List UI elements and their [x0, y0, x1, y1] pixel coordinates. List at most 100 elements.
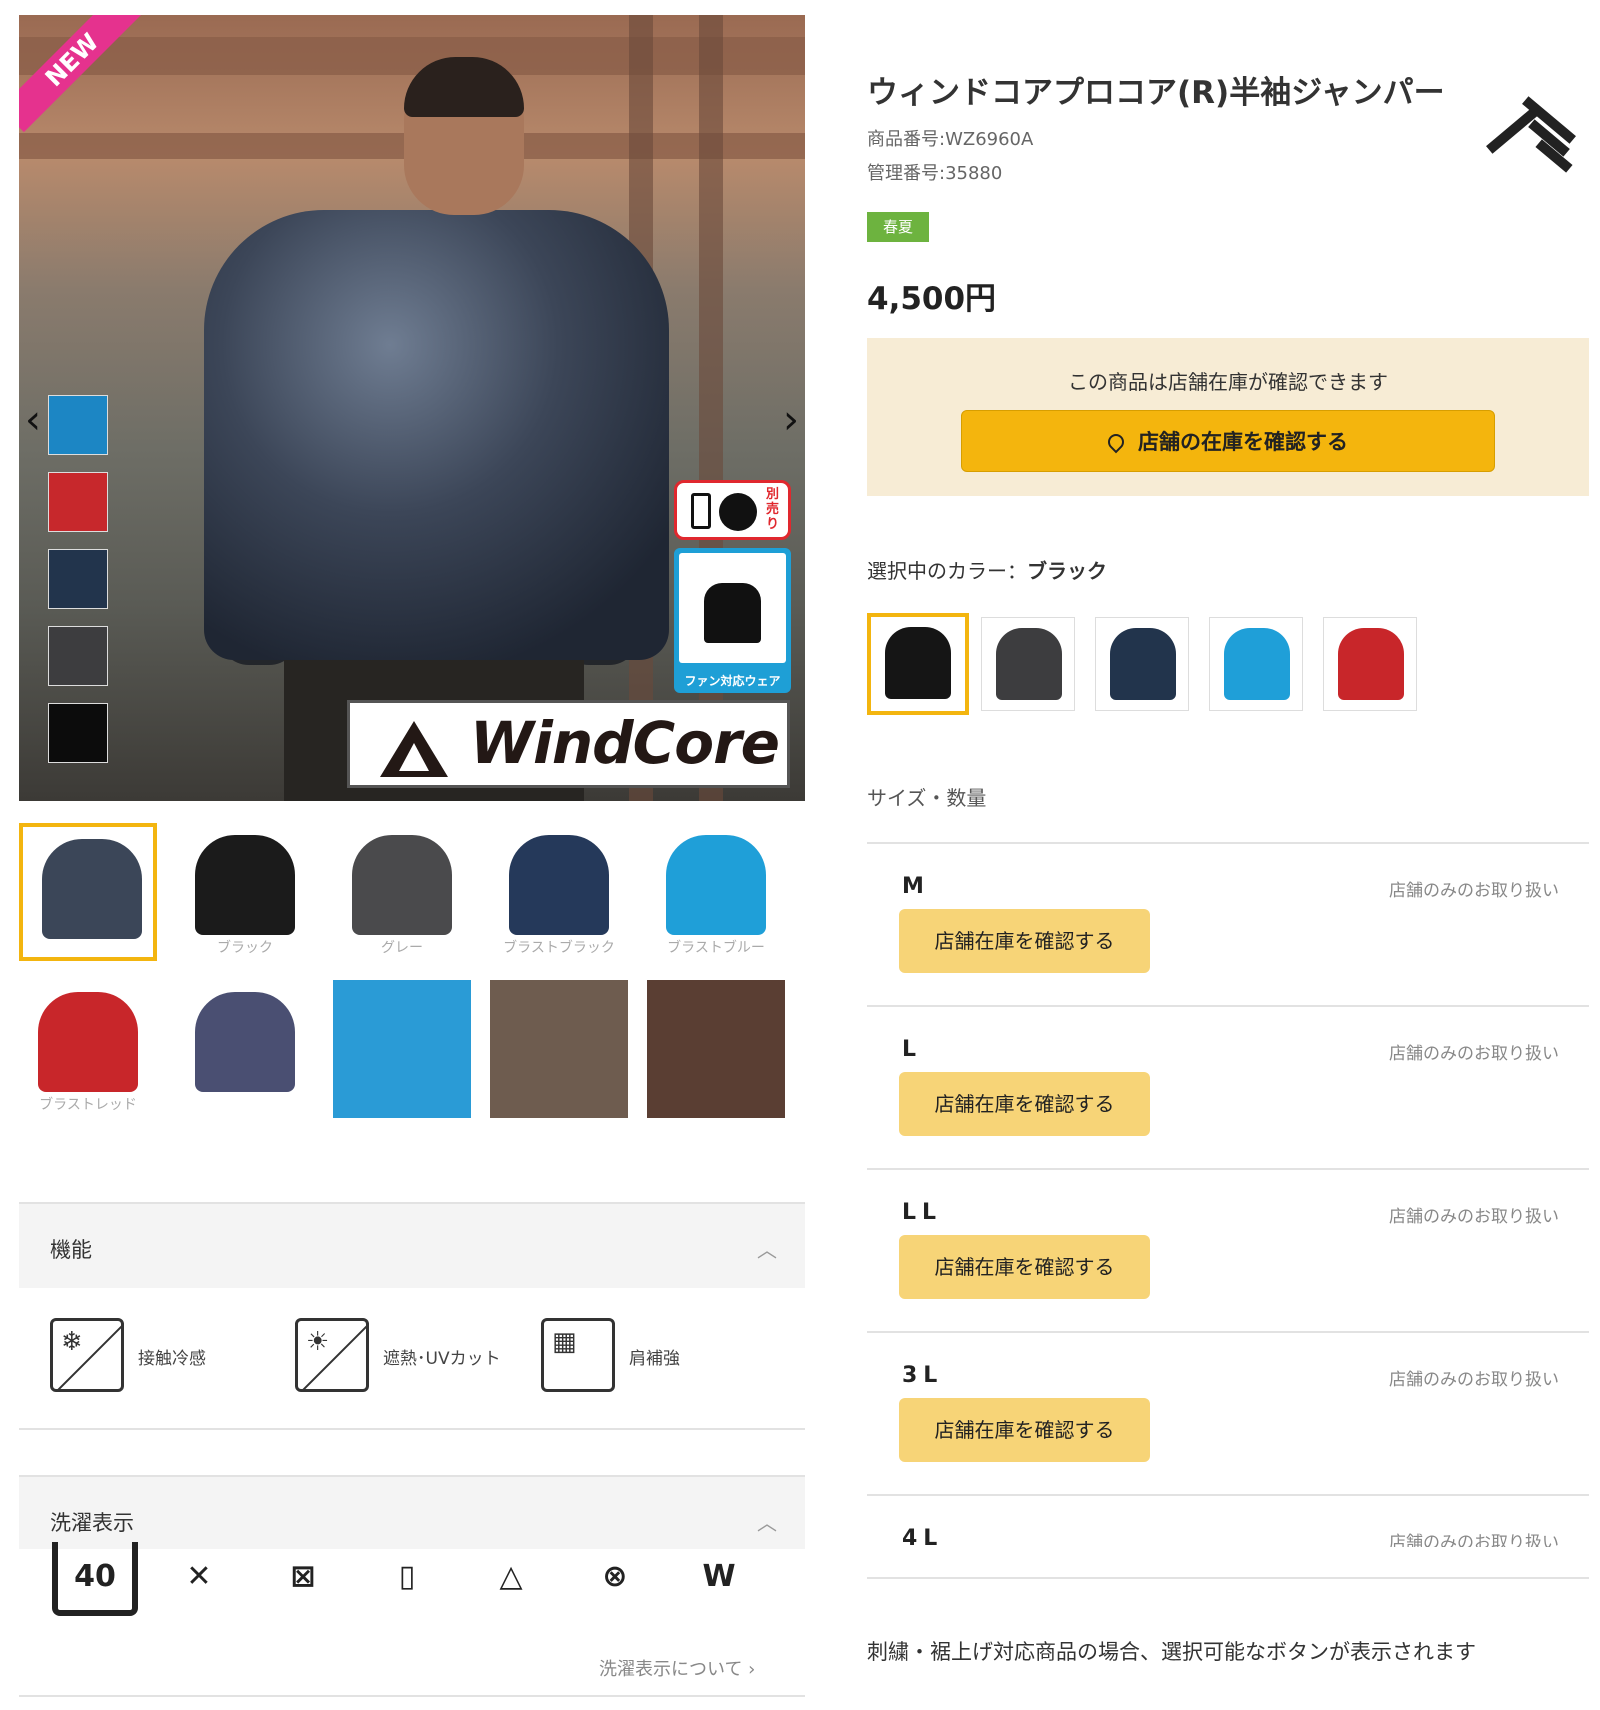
- location-pin-icon: [1104, 430, 1128, 454]
- windcore-logo: WindCore: [347, 700, 790, 788]
- thumbnail-2[interactable]: グレー: [333, 823, 471, 961]
- feature-label: 接触冷感: [138, 1349, 206, 1369]
- shoulder-reinforce-icon: ▦: [541, 1318, 615, 1392]
- check-size-stock-button[interactable]: 店舗在庫を確認する: [899, 1398, 1150, 1462]
- thumbnail-garment: [195, 992, 295, 1092]
- color-chip: [48, 395, 108, 455]
- laundry-symbol-icon: ▯: [398, 1559, 416, 1594]
- selected-color-value: ブラック: [1027, 559, 1107, 583]
- battery-icon: [691, 493, 711, 529]
- divider: [19, 1695, 805, 1697]
- color-swatch-2[interactable]: [1095, 617, 1189, 711]
- embroidery-note: 刺繍・裾上げ対応商品の場合、選択可能なボタンが表示されます: [867, 1640, 1476, 1664]
- thumbnail-9[interactable]: [647, 980, 785, 1118]
- thumbnail-8[interactable]: [490, 980, 628, 1118]
- thumbnail-garment: [490, 980, 628, 1118]
- color-chip: [48, 472, 108, 532]
- feature-label: 遮熱･UVカット: [383, 1349, 501, 1369]
- color-swatch-4[interactable]: [1323, 617, 1417, 711]
- size-row: M 店舗のみのお取り扱い 店舗在庫を確認する: [867, 842, 1589, 1006]
- hero-color-chips: [48, 395, 110, 780]
- store-only-note: 店舗のみのお取り扱い: [1389, 1533, 1559, 1547]
- thumbnail-6[interactable]: [176, 980, 314, 1118]
- chevron-up-icon: ︿: [757, 1238, 777, 1262]
- color-swatch-1[interactable]: [981, 617, 1075, 711]
- divider: [867, 1577, 1589, 1579]
- item-number: 商品番号:WZ6960A: [867, 129, 1034, 150]
- check-store-stock-button[interactable]: 店舗の在庫を確認する: [961, 410, 1495, 472]
- size-row: LL 店舗のみのお取り扱い 店舗在庫を確認する: [867, 1168, 1589, 1332]
- product-gallery: NEW ‹ › 別売り ファン対応ウェア WindCore ブラック グレー ブラス…: [19, 15, 805, 1697]
- laundry-symbol-icon: ✕: [186, 1559, 212, 1594]
- thumbnail-7[interactable]: [333, 980, 471, 1118]
- features-title: 機能: [50, 1238, 92, 1262]
- laundry-info-link[interactable]: 洗濯表示について ›: [599, 1655, 755, 1681]
- brand-name: WindCore: [470, 709, 780, 777]
- thumbnail-garment: [195, 835, 295, 935]
- product-title: ウィンドコアプロコア(R)半袖ジャンパー: [867, 75, 1445, 111]
- fan-icon: [719, 493, 757, 531]
- features-accordion-header[interactable]: 機能 ︿: [19, 1202, 805, 1288]
- divider: [19, 1428, 805, 1430]
- thumbnail-garment: [509, 835, 609, 935]
- size-label: 3L: [902, 1363, 944, 1388]
- check-size-stock-button[interactable]: 店舗在庫を確認する: [899, 1235, 1150, 1299]
- laundry-symbol-icon: ⊠: [290, 1559, 316, 1594]
- color-chip: [48, 549, 108, 609]
- thumbnail-5[interactable]: ブラストレッド: [19, 980, 157, 1118]
- laundry-title: 洗濯表示: [50, 1511, 134, 1535]
- store-only-note: 店舗のみのお取り扱い: [1389, 1370, 1559, 1390]
- manage-number: 管理番号:35880: [867, 163, 1003, 184]
- background-beam: [19, 37, 805, 75]
- swatch-garment: [885, 627, 951, 699]
- feature-label: 肩補強: [629, 1349, 680, 1369]
- thumbnail-3[interactable]: ブラストブラック: [490, 823, 628, 961]
- size-label: L: [902, 1037, 923, 1062]
- size-label: LL: [902, 1200, 943, 1225]
- size-label: 4L: [902, 1526, 944, 1547]
- thumbnail-garment: [666, 835, 766, 935]
- chevron-up-icon: ︿: [757, 1511, 777, 1535]
- sold-separately-label: 別売り: [766, 487, 780, 532]
- check-size-stock-button[interactable]: 店舗在庫を確認する: [899, 909, 1150, 973]
- size-row: 3L 店舗のみのお取り扱い店舗在庫を確認する: [867, 1331, 1589, 1495]
- fan-sold-separately-badge: 別売り: [674, 480, 791, 540]
- check-size-stock-button[interactable]: 店舗在庫を確認する: [899, 1072, 1150, 1136]
- laundry-symbol-icon: ⊗: [602, 1559, 628, 1594]
- color-chip: [48, 626, 108, 686]
- feature-cooling: ❄ 接触冷感: [50, 1318, 270, 1398]
- prev-arrow-icon[interactable]: ‹: [25, 400, 41, 440]
- sun-uv-icon: ☀: [295, 1318, 369, 1392]
- thumbnail-0[interactable]: [19, 823, 157, 961]
- model-jacket: [204, 210, 669, 660]
- color-swatch-3[interactable]: [1209, 617, 1303, 711]
- store-only-note: 店舗のみのお取り扱い: [1389, 1044, 1559, 1064]
- color-chip: [48, 703, 108, 763]
- brand-chevron-logo-icon: [1482, 85, 1576, 173]
- swatch-garment: [1110, 628, 1176, 700]
- thumbnail-1[interactable]: ブラック: [176, 823, 314, 961]
- swatch-garment: [996, 628, 1062, 700]
- swatch-garment: [1224, 628, 1290, 700]
- thumbnail-garment: [42, 839, 142, 939]
- thumbnail-4[interactable]: ブラストブルー: [647, 823, 785, 961]
- size-list: M 店舗のみのお取り扱い 店舗在庫を確認する L 店舗のみのお取り扱い 店舗在庫を確認する…: [867, 842, 1589, 1547]
- price: 4,500円: [867, 281, 997, 317]
- color-swatch-0[interactable]: [867, 613, 969, 715]
- next-arrow-icon[interactable]: ›: [783, 400, 799, 440]
- thumbnail-caption: ブラストブラック: [503, 940, 615, 956]
- thumbnail-garment: [333, 980, 471, 1118]
- laundry-accordion-header[interactable]: 洗濯表示 ︿: [19, 1475, 805, 1549]
- size-quantity-heading: サイズ・数量: [867, 786, 987, 810]
- laundry-symbol-icon: W: [702, 1559, 736, 1594]
- thumbnail-garment: [38, 992, 138, 1092]
- button-label: 店舗の在庫を確認する: [1138, 430, 1348, 454]
- laundry-symbols: 40 ✕ ⊠ ▯ △ ⊗ W: [19, 1542, 805, 1622]
- stock-message: この商品は店舗在庫が確認できます: [1068, 370, 1388, 394]
- thumbnail-garment: [647, 980, 785, 1118]
- fan-wear-label: ファン対応ウェア: [684, 674, 781, 688]
- main-product-image[interactable]: NEW ‹ › 別売り ファン対応ウェア WindCore: [19, 15, 805, 801]
- thumbnail-caption: ブラック: [217, 940, 273, 956]
- selected-color-label: 選択中のカラー：ブラック: [867, 559, 1107, 583]
- feature-shoulder: ▦ 肩補強: [541, 1318, 761, 1398]
